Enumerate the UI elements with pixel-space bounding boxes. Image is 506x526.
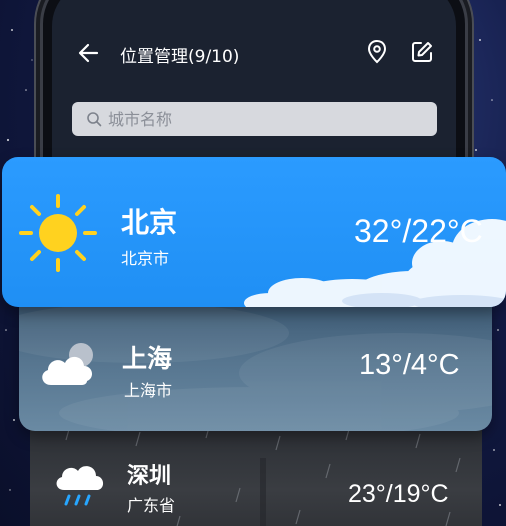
city-name: 深圳: [127, 464, 172, 489]
temperature-range: 13°/4°C: [359, 349, 460, 381]
city-region: 北京市: [121, 249, 170, 268]
city-region: 上海市: [124, 381, 173, 400]
location-pin-icon[interactable]: [366, 39, 388, 65]
search-icon: [87, 112, 102, 127]
arrow-left-icon[interactable]: [76, 40, 102, 66]
page-title: 位置管理(9/10): [120, 47, 240, 67]
app-header: 位置管理(9/10): [52, 32, 456, 76]
temperature-range: 32°/22°C: [354, 213, 483, 249]
phone-side-button: [35, 60, 39, 102]
city-card-beijing[interactable]: 北京 北京市 32°/22°C: [2, 157, 506, 307]
city-region: 广东省: [127, 496, 176, 515]
city-card-shanghai[interactable]: 上海 上海市 13°/4°C: [19, 303, 492, 431]
search-bar[interactable]: [72, 102, 437, 136]
city-name: 北京: [121, 206, 178, 239]
edit-icon[interactable]: [410, 40, 434, 64]
cloudy-icon: [42, 343, 93, 385]
sunny-icon: [19, 194, 97, 272]
city-name: 上海: [122, 344, 173, 373]
city-card-shenzhen[interactable]: 深圳 广东省 23°/19°C: [30, 418, 482, 526]
search-input[interactable]: [108, 102, 428, 136]
rain-icon: [56, 466, 104, 506]
temperature-range: 23°/19°C: [348, 480, 449, 508]
